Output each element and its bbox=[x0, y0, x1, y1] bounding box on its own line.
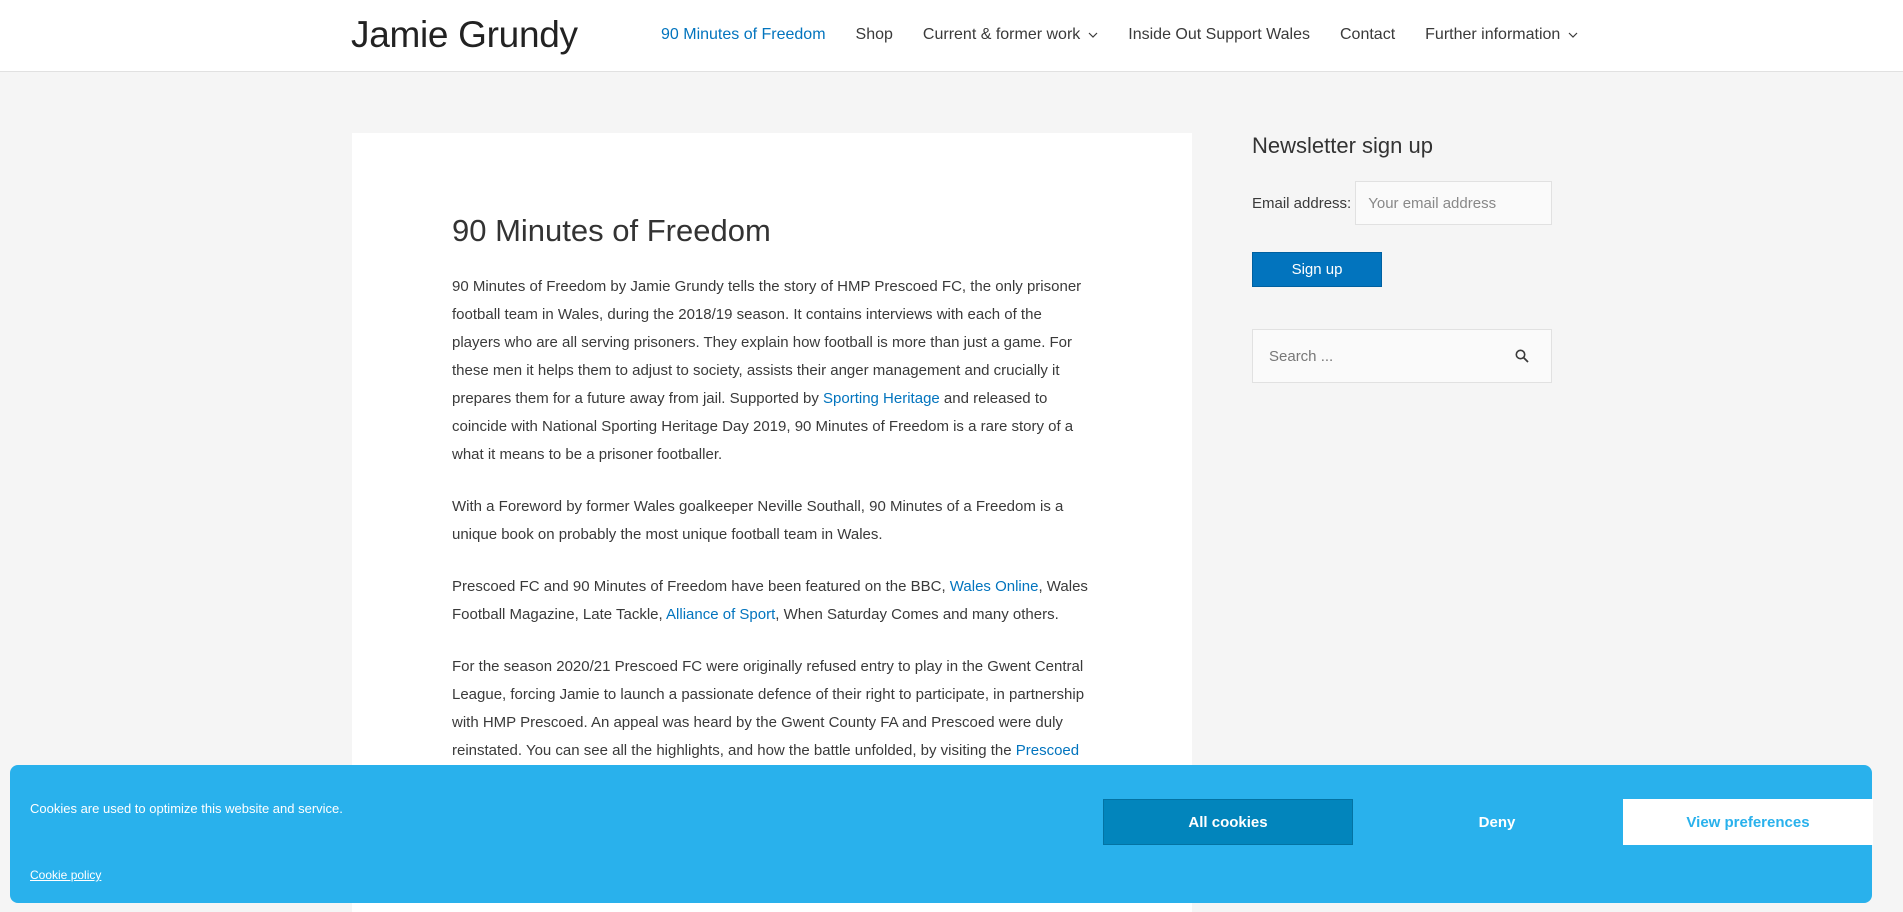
nav-item-contact[interactable]: Contact bbox=[1340, 26, 1395, 44]
all-cookies-button[interactable]: All cookies bbox=[1103, 799, 1353, 845]
nav-item-label: 90 Minutes of Freedom bbox=[661, 26, 826, 43]
paragraph-text: For the season 2020/21 Prescoed FC were … bbox=[452, 658, 1085, 759]
paragraph-text: 90 Minutes of Freedom by Jamie Grundy te… bbox=[452, 278, 1082, 407]
site-title[interactable]: Jamie Grundy bbox=[351, 14, 578, 56]
nav-item-shop[interactable]: Shop bbox=[856, 26, 893, 44]
email-field[interactable] bbox=[1355, 181, 1553, 225]
paragraph-text: , When Saturday Comes and many others. bbox=[775, 606, 1059, 623]
search-icon[interactable] bbox=[1515, 349, 1529, 363]
nav-item-label: Current & former work bbox=[922, 26, 1081, 43]
nav-item-inside-out-support-wales[interactable]: Inside Out Support Wales bbox=[1128, 26, 1310, 44]
cookie-policy-link[interactable]: Cookie policy bbox=[30, 868, 101, 882]
nav-item-label: Shop bbox=[855, 26, 893, 43]
main-nav: 90 Minutes of Freedom Shop Current & for… bbox=[661, 26, 1608, 44]
search-form bbox=[1252, 329, 1552, 383]
cookie-message: Cookies are used to optimize this websit… bbox=[30, 801, 343, 816]
article-paragraph: Prescoed FC and 90 Minutes of Freedom ha… bbox=[452, 573, 1092, 629]
link-prescoed[interactable]: Prescoed bbox=[1016, 742, 1079, 759]
article-body: 90 Minutes of Freedom by Jamie Grundy te… bbox=[452, 273, 1092, 789]
newsletter-form: Email address: bbox=[1252, 181, 1553, 225]
sign-up-button[interactable]: Sign up bbox=[1252, 252, 1382, 287]
nav-item-90-minutes[interactable]: 90 Minutes of Freedom bbox=[661, 26, 826, 44]
nav-item-label: Contact bbox=[1340, 26, 1396, 43]
nav-item-further-information[interactable]: Further information bbox=[1425, 26, 1578, 44]
link-wales-online[interactable]: Wales Online bbox=[950, 578, 1039, 595]
nav-item-current-former-work[interactable]: Current & former work bbox=[923, 26, 1098, 44]
article-paragraph: 90 Minutes of Freedom by Jamie Grundy te… bbox=[452, 273, 1092, 469]
link-sporting-heritage[interactable]: Sporting Heritage bbox=[823, 390, 940, 407]
sidebar: Newsletter sign up Email address: Sign u… bbox=[1252, 133, 1553, 383]
cookie-banner: Cookies are used to optimize this websit… bbox=[10, 765, 1873, 903]
nav-item-label: Inside Out Support Wales bbox=[1128, 26, 1310, 43]
email-label: Email address: bbox=[1252, 194, 1352, 212]
chevron-down-icon bbox=[1088, 30, 1098, 40]
nav-item-label: Further information bbox=[1425, 26, 1561, 43]
deny-button[interactable]: Deny bbox=[1372, 799, 1622, 845]
article-paragraph: With a Foreword by former Wales goalkeep… bbox=[452, 498, 1064, 543]
search-input[interactable] bbox=[1253, 330, 1503, 382]
site-header: Jamie Grundy 90 Minutes of Freedom Shop … bbox=[0, 0, 1903, 72]
view-preferences-button[interactable]: View preferences bbox=[1623, 799, 1873, 845]
paragraph-text: Prescoed FC and 90 Minutes of Freedom ha… bbox=[452, 578, 950, 595]
link-alliance-of-sport[interactable]: Alliance of Sport bbox=[666, 606, 775, 623]
newsletter-title: Newsletter sign up bbox=[1252, 133, 1433, 158]
chevron-down-icon bbox=[1568, 30, 1578, 40]
page-title: 90 Minutes of Freedom bbox=[452, 213, 771, 248]
article-paragraph: For the season 2020/21 Prescoed FC were … bbox=[452, 653, 1092, 765]
